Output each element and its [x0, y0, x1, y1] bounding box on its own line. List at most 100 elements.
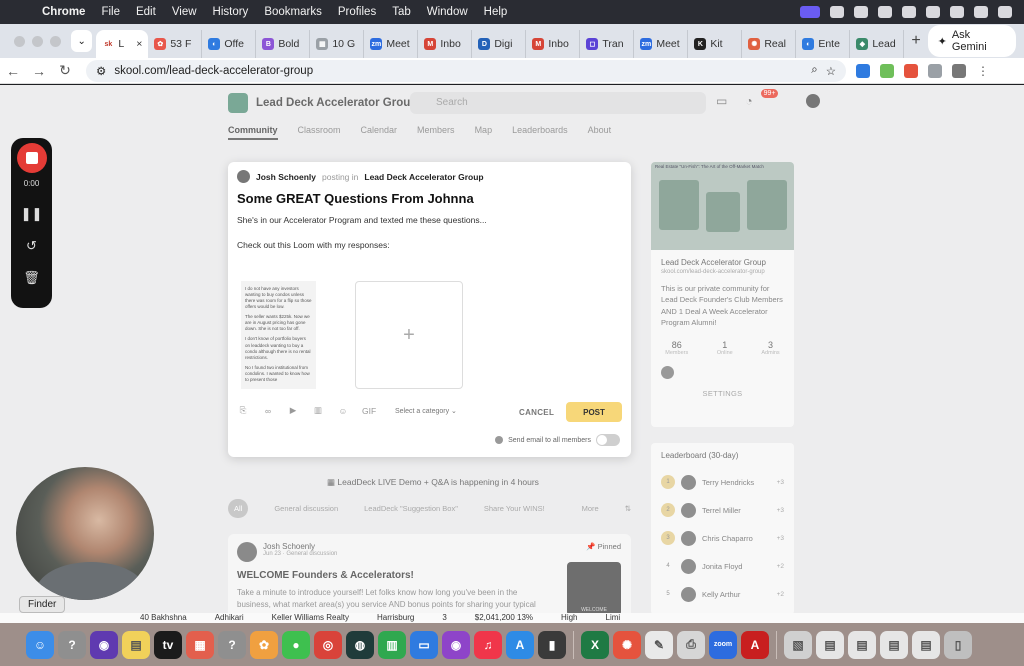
menu-app-name[interactable]: Chrome — [34, 6, 93, 18]
numbers-icon[interactable]: ▥ — [378, 630, 406, 659]
books-icon[interactable]: ▮ — [538, 630, 566, 659]
browser-tab[interactable]: zm Meet — [364, 30, 419, 58]
posting-group[interactable]: Lead Deck Accelerator Group — [364, 172, 483, 182]
cancel-button[interactable]: CANCEL — [519, 408, 554, 417]
doc-icon-3[interactable]: ▤ — [880, 630, 908, 659]
tab-calendar[interactable]: Calendar — [361, 125, 398, 140]
pinned-author-avatar[interactable] — [237, 542, 257, 562]
extension-icon-2[interactable] — [880, 63, 894, 78]
about-group-url[interactable]: skool.com/lead-deck-accelerator-group — [661, 269, 784, 275]
post-title-input[interactable]: Some GREAT Questions From Johnna — [237, 191, 474, 206]
leaderboard-row[interactable]: 5 Kelly Arthur +2 — [651, 580, 794, 608]
menu-bookmarks[interactable]: Bookmarks — [256, 6, 330, 18]
leaderboard-row[interactable]: 1 Terry Hendricks +3 — [651, 468, 794, 496]
pinned-post[interactable]: Josh Schoenly Jun 23 · General discussio… — [228, 534, 631, 615]
bell-icon[interactable]: ◔ — [745, 94, 752, 108]
reload-icon[interactable]: ↻ — [52, 62, 78, 79]
control-center-icon[interactable] — [974, 6, 988, 18]
filter-general[interactable]: General discussion — [274, 504, 338, 513]
brightness-icon[interactable] — [878, 6, 892, 18]
tab-classroom[interactable]: Classroom — [298, 125, 341, 140]
live-event-banner[interactable]: ▦ LeadDeck LIVE Demo + Q&A is happening … — [327, 477, 539, 488]
printer-icon[interactable]: ⎙ — [677, 630, 705, 659]
maximize-window-icon[interactable] — [50, 35, 61, 47]
screen-record-icon[interactable] — [800, 6, 820, 18]
music-icon[interactable]: ♫ — [474, 630, 502, 659]
menu-file[interactable]: File — [93, 6, 128, 18]
loom-status-icon[interactable] — [830, 6, 844, 18]
tab-community[interactable]: Community — [228, 125, 278, 140]
leaderboard-row[interactable]: 2 Terrel Miller +3 — [651, 496, 794, 524]
settings-button[interactable]: SETTINGS — [661, 389, 784, 398]
poll-icon[interactable]: ▥ — [312, 405, 324, 416]
restart-icon[interactable]: ↺ — [26, 230, 37, 262]
gif-button[interactable]: GIF — [362, 406, 376, 416]
tab-about[interactable]: About — [588, 125, 612, 140]
post-body-line-1[interactable]: She's in our Accelerator Program and tex… — [237, 215, 487, 225]
menu-tab[interactable]: Tab — [384, 6, 419, 18]
menu-view[interactable]: View — [164, 6, 205, 18]
browser-tab[interactable]: M Inbo — [526, 30, 581, 58]
profile-avatar-icon[interactable] — [952, 63, 966, 78]
ask-gemini-button[interactable]: ✦ Ask Gemini — [927, 25, 1016, 57]
filter-more[interactable]: More — [582, 504, 599, 513]
browser-tab[interactable]: zm Meet — [634, 30, 689, 58]
forward-icon[interactable]: → — [26, 63, 52, 79]
add-media-button[interactable]: + — [355, 281, 463, 389]
pinned-post-title[interactable]: WELCOME Founders & Accelerators! — [237, 570, 414, 581]
extension-icon-3[interactable] — [904, 63, 918, 78]
chrome-icon[interactable]: ◎ — [314, 630, 342, 659]
doc-icon-4[interactable]: ▤ — [912, 630, 940, 659]
doc-icon-1[interactable]: ▤ — [816, 630, 844, 659]
notes-icon[interactable]: ▤ — [122, 630, 150, 659]
tab-members[interactable]: Members — [417, 125, 455, 140]
pause-icon[interactable]: ❚❚ — [21, 198, 43, 230]
bookmark-star-icon[interactable]: ☆ — [826, 64, 836, 78]
doc-icon-2[interactable]: ▤ — [848, 630, 876, 659]
new-tab-button[interactable]: + — [904, 32, 927, 50]
menu-profiles[interactable]: Profiles — [330, 6, 384, 18]
launchpad-icon[interactable]: ▦ — [186, 630, 214, 659]
category-select[interactable]: Select a category ⌄ — [395, 407, 457, 415]
chrome-menu-icon[interactable]: ⋮ — [976, 63, 990, 78]
filter-wins[interactable]: Share Your WINS! — [484, 504, 545, 513]
browser-tab[interactable]: ▦ 10 G — [310, 30, 365, 58]
member-avatar[interactable] — [661, 366, 674, 379]
group-header[interactable]: Lead Deck Accelerator Group ⇕ — [228, 93, 435, 113]
tab-map[interactable]: Map — [475, 125, 493, 140]
email-members-toggle[interactable] — [596, 434, 620, 446]
tab-leaderboards[interactable]: Leaderboards — [512, 125, 568, 140]
perplexity-icon[interactable]: ◍ — [346, 630, 374, 659]
zoom-icon[interactable]: zoom — [709, 630, 737, 659]
menu-help[interactable]: Help — [476, 6, 516, 18]
help-icon[interactable]: ? — [58, 630, 86, 659]
preview-icon[interactable]: ▧ — [784, 630, 812, 659]
search-input[interactable]: Search — [410, 92, 706, 114]
podcasts-icon[interactable]: ◉ — [442, 630, 470, 659]
post-button[interactable]: POST — [566, 402, 622, 422]
site-info-icon[interactable]: ⚙ — [96, 64, 106, 78]
spotlight-icon[interactable] — [950, 6, 964, 18]
post-body-line-2[interactable]: Check out this Loom with my responses: — [237, 240, 390, 250]
link-icon[interactable]: ∞ — [262, 406, 274, 416]
filter-settings-icon[interactable]: ⇅ — [625, 504, 631, 513]
address-bar[interactable]: ⚙ skool.com/lead-deck-accelerator-group … — [86, 59, 846, 82]
pinned-post-image[interactable]: WELCOME — [567, 562, 621, 615]
trash-icon[interactable]: 🗑 — [23, 262, 40, 294]
pages-icon[interactable]: ✎ — [645, 630, 673, 659]
app-store-icon[interactable]: A — [506, 630, 534, 659]
extension-icon-1[interactable] — [856, 63, 870, 78]
zoom-lens-icon[interactable]: ⌕ — [811, 64, 817, 77]
browser-tab[interactable]: ◐ Ente — [796, 30, 851, 58]
back-icon[interactable]: ← — [0, 63, 26, 79]
minimize-window-icon[interactable] — [32, 35, 43, 47]
apple-tv-icon[interactable]: tv — [154, 630, 182, 659]
zoom-app-icon-1[interactable]: ✺ — [613, 630, 641, 659]
finder-icon[interactable]: ☺ — [26, 630, 54, 659]
excel-icon[interactable]: X — [581, 630, 609, 659]
browser-tab[interactable]: sk L × — [96, 30, 149, 58]
leaderboard-row[interactable]: 3 Chris Chaparro +3 — [651, 524, 794, 552]
chat-icon[interactable]: ▭ — [716, 94, 727, 108]
stat-admins[interactable]: 3 Admins — [761, 340, 779, 356]
messages-icon[interactable]: ● — [282, 630, 310, 659]
